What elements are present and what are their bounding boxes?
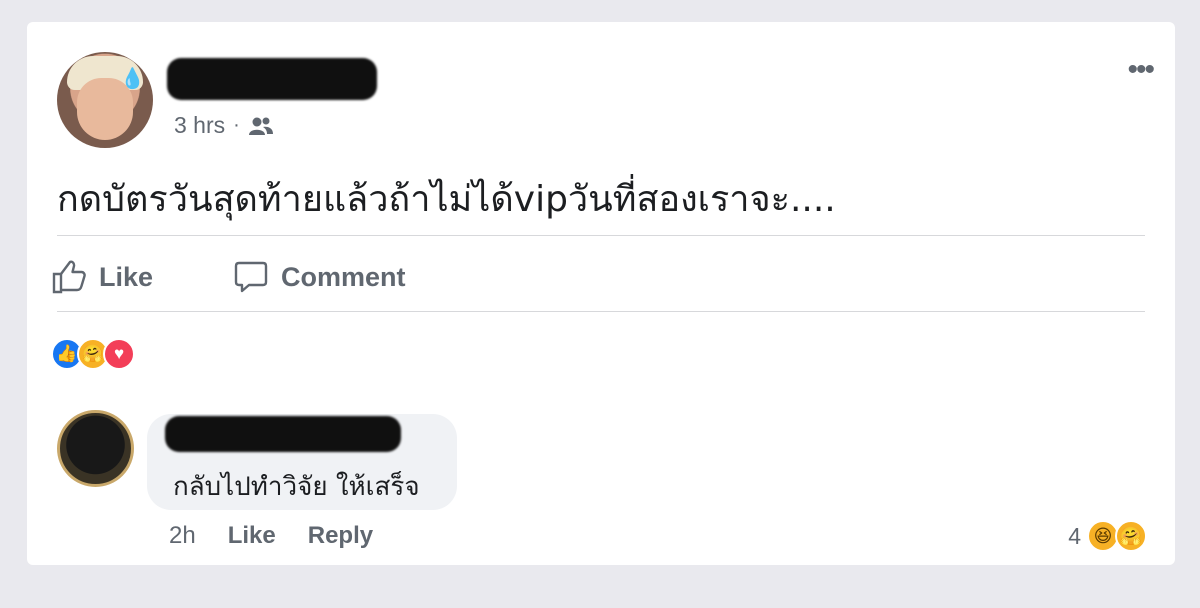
post-meta: 3 hrs · [174, 112, 274, 139]
comment-button[interactable]: Comment [233, 260, 406, 294]
like-button[interactable]: Like [51, 260, 153, 294]
comment-bubble: กลับไปทำวิจัย ให้เสร็จ [147, 414, 457, 510]
post-card: 💧 3 hrs · ••• กดบัตรวันสุดท้ายแล้วถ้าไม่… [27, 22, 1175, 565]
redacted-commenter-name [165, 416, 401, 452]
author-avatar[interactable]: 💧 [57, 52, 153, 148]
post-text: กดบัตรวันสุดท้ายแล้วถ้าไม่ได้vipวันที่สอ… [57, 179, 836, 220]
divider [57, 311, 1145, 312]
comment-reply-link[interactable]: Reply [308, 522, 373, 550]
comment-like-link[interactable]: Like [228, 522, 276, 550]
comment-text: กลับไปทำวิจัย ให้เสร็จ [173, 472, 420, 502]
comment-label: Comment [281, 261, 406, 292]
commenter-avatar[interactable] [57, 410, 134, 487]
comment-reaction-count: 4 [1068, 522, 1081, 549]
comment-meta: 2h Like Reply [169, 522, 373, 550]
sweat-drop-icon: 💧 [120, 68, 145, 90]
care-reaction-icon: 🤗 [1115, 520, 1147, 552]
comment-reactions[interactable]: 4 😆 🤗 [1068, 520, 1147, 552]
divider [57, 235, 1145, 236]
redacted-author-name [167, 58, 377, 100]
like-label: Like [99, 261, 154, 292]
meta-separator: · [233, 114, 240, 136]
friends-icon[interactable] [248, 116, 274, 136]
post-reactions[interactable]: 👍 🤗 ♥ [51, 338, 135, 370]
post-time[interactable]: 3 hrs [174, 112, 225, 139]
comment-time[interactable]: 2h [169, 522, 196, 550]
comment-icon [234, 261, 268, 293]
more-options-icon[interactable]: ••• [1127, 55, 1154, 85]
love-reaction-icon: ♥ [103, 338, 135, 370]
thumbs-up-icon [52, 260, 86, 294]
